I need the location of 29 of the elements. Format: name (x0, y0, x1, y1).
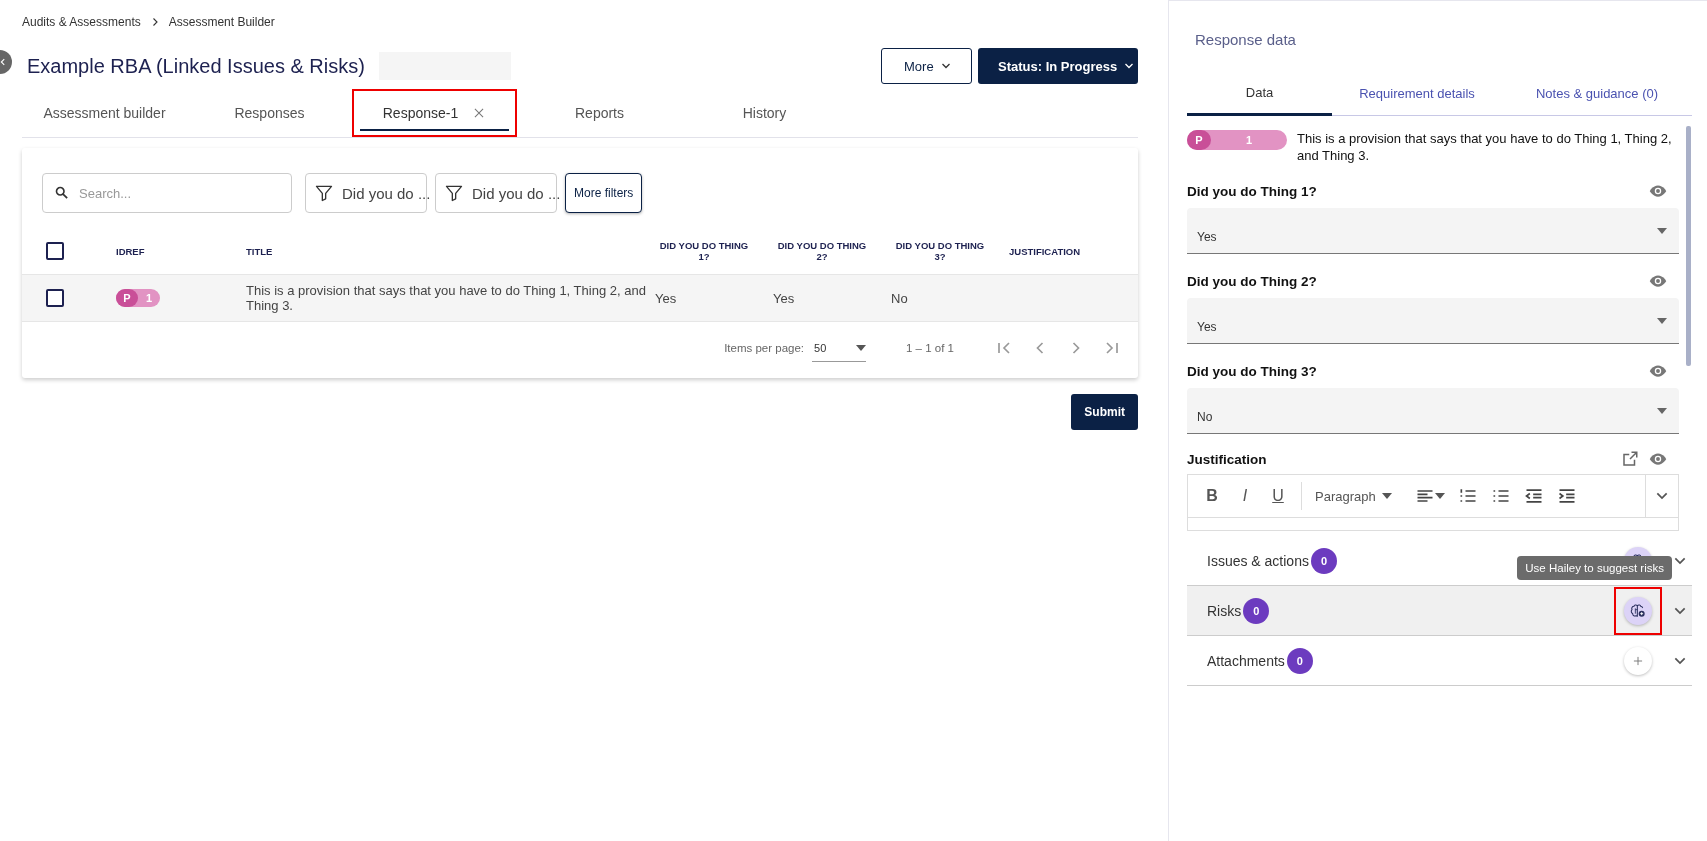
column-header: JUSTIFICATION (1009, 245, 1082, 257)
section-label: Risks (1207, 602, 1242, 619)
question-label: Did you do Thing 2? (1187, 273, 1317, 289)
provision-text: This is a provision that says that you have to do Thing 1, Thing 2, and Thing 3. (1297, 130, 1673, 164)
provision-badge: P 1 (116, 289, 160, 307)
page-title: Example RBA (Linked Issues & Risks) (27, 54, 365, 78)
table-cell-text: No (891, 290, 909, 306)
count-badge: 0 (1310, 547, 1337, 574)
items-per-page-label: Items per page: (724, 342, 805, 354)
count-badge: 0 (1286, 647, 1313, 674)
question-label: Did you do Thing 1? (1187, 183, 1317, 199)
column-header: DID YOU DO THING 2? (776, 240, 868, 262)
table-cell-text: This is a provision that says that you have to do Thing 1, Thing 2, and Thing 3. (246, 283, 647, 313)
table-cell-text: Yes (773, 290, 796, 306)
column-header: DID YOU DO THING 3? (894, 240, 986, 262)
tooltip: Use Hailey to suggest risks (1517, 556, 1672, 580)
column-header: IDREF (116, 245, 146, 257)
breadcrumb-item: Assessment Builder (168, 15, 275, 29)
count-badge: 0 (1243, 597, 1270, 624)
table-cell-text: Yes (655, 290, 678, 306)
provision-badge: P 1 (1187, 130, 1287, 150)
section-label: Attachments (1207, 652, 1285, 669)
question-label: Did you do Thing 3? (1187, 363, 1317, 379)
column-header: DID YOU DO THING 1? (658, 240, 750, 262)
question-label: Justification (1187, 451, 1267, 467)
section-label: Issues & actions (1207, 552, 1309, 569)
column-header: TITLE (246, 245, 274, 257)
page-range: 1 – 1 of 1 (906, 342, 954, 354)
panel-title: Response data (1194, 30, 1297, 50)
